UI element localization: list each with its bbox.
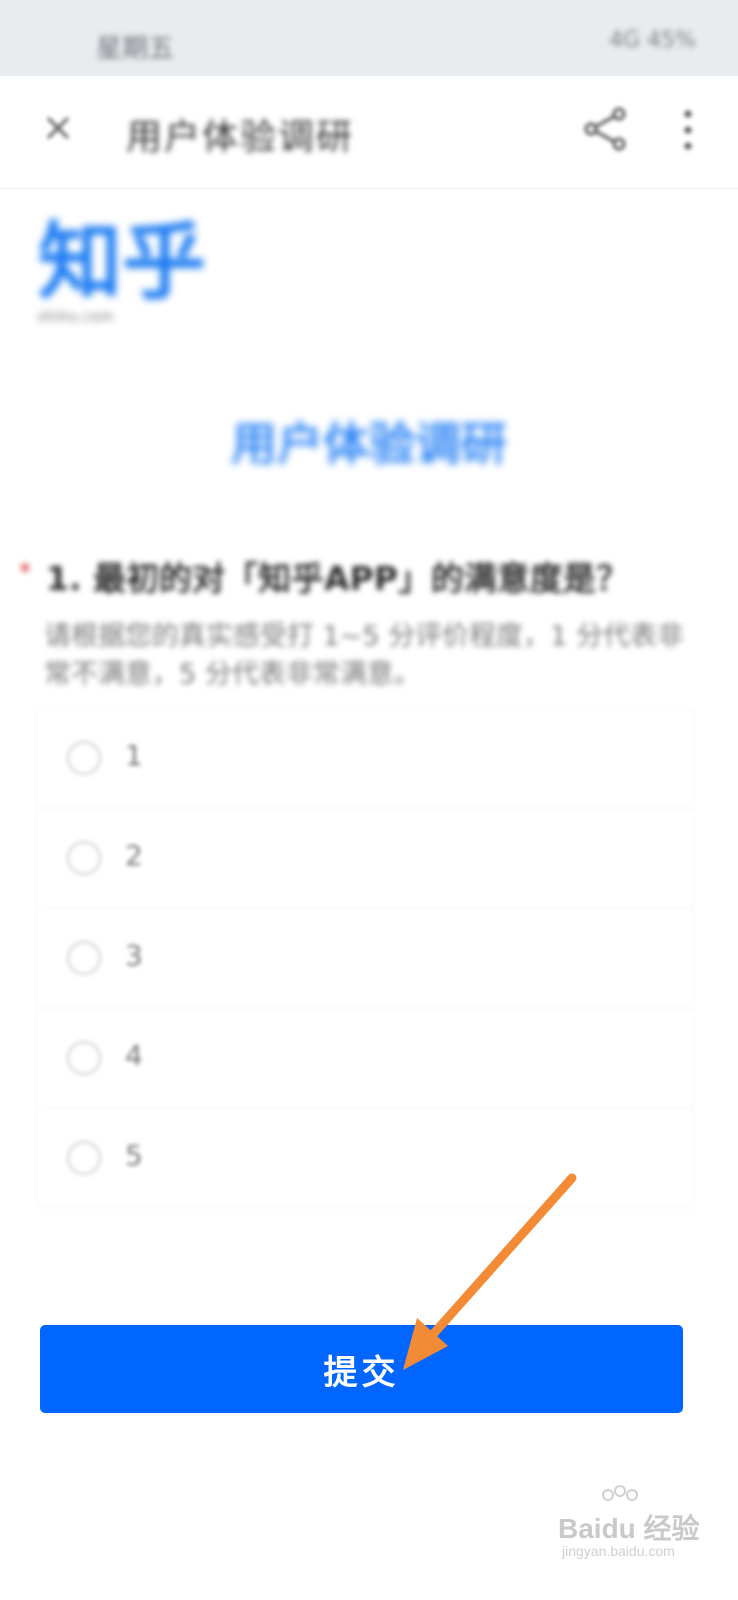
zhihu-logo: 知乎 zhihu.com <box>38 214 228 334</box>
radio-button[interactable] <box>67 1141 101 1175</box>
survey-title: 用户体验调研 <box>231 417 507 471</box>
rating-options: 1 2 3 4 5 <box>36 708 694 1208</box>
option-label: 2 <box>125 839 143 872</box>
rating-option-1[interactable]: 1 <box>37 709 693 809</box>
option-label: 4 <box>125 1039 143 1072</box>
option-label: 3 <box>125 939 143 972</box>
question-text: 1. 最初的对「知乎APP」的满意度是？ <box>46 559 629 598</box>
required-marker: * <box>18 556 32 589</box>
more-options-icon[interactable] <box>682 106 694 154</box>
top-bar: 用户体验调研 <box>0 76 738 189</box>
share-icon[interactable] <box>583 106 629 152</box>
rating-option-3[interactable]: 3 <box>37 909 693 1009</box>
option-label: 5 <box>125 1139 143 1172</box>
status-indicators: 4G 45% <box>609 28 696 53</box>
radio-button[interactable] <box>67 941 101 975</box>
close-icon[interactable] <box>42 112 74 144</box>
logo-text: 知乎 <box>38 213 207 311</box>
paw-icon <box>602 1485 638 1501</box>
question-description: 请根据您的真实感受打 1~5 分评价程度，1 分代表非常不满意，5 分代表非常满… <box>44 621 684 690</box>
watermark-text: Baidu 经验 <box>558 1513 700 1544</box>
radio-button[interactable] <box>67 841 101 875</box>
submit-button[interactable]: 提交 <box>40 1325 683 1413</box>
rating-option-2[interactable]: 2 <box>37 809 693 909</box>
page-title: 用户体验调研 <box>126 117 355 158</box>
status-bar: 星期五 4G 45% <box>0 0 738 76</box>
baidu-watermark: Baidu 经验 jingyan.baidu.com <box>550 1485 700 1565</box>
watermark-url: jingyan.baidu.com <box>562 1543 675 1559</box>
logo-subtext: zhihu.com <box>38 310 115 325</box>
status-carrier: 星期五 <box>96 34 175 64</box>
option-label: 1 <box>125 739 143 772</box>
radio-button[interactable] <box>67 741 101 775</box>
radio-button[interactable] <box>67 1041 101 1075</box>
status-right-text: 4G 45% <box>609 28 696 53</box>
rating-option-5[interactable]: 5 <box>37 1109 693 1208</box>
rating-option-4[interactable]: 4 <box>37 1009 693 1109</box>
